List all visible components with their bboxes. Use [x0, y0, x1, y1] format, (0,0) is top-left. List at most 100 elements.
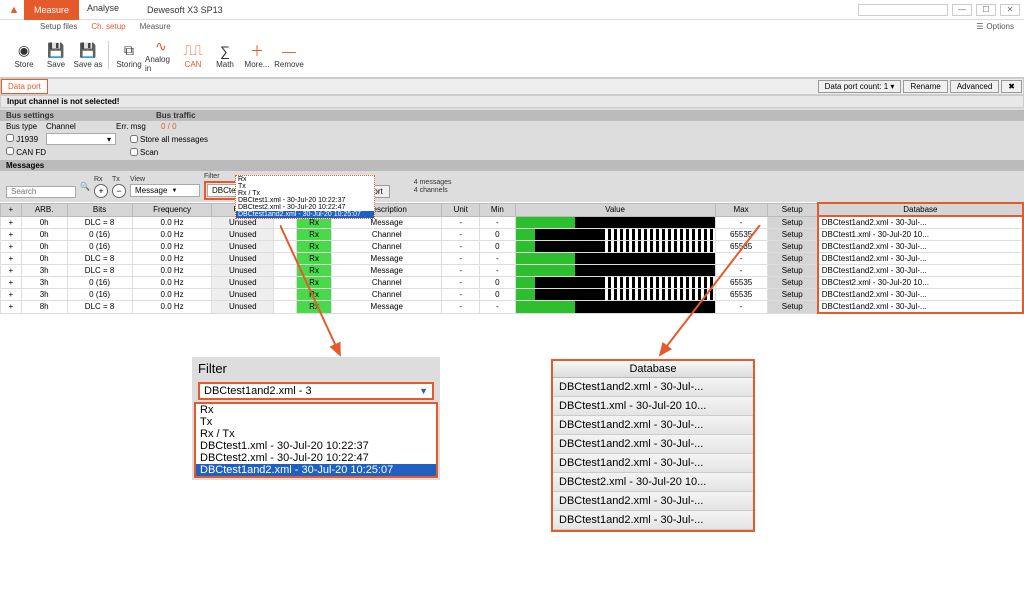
title-bar: ▲ Measure Analyse Dewesoft X3 SP13 — ☐ ✕	[0, 0, 1024, 20]
database-cell: DBCtest1and2.xml - 30-Jul-...	[818, 301, 1023, 314]
unit-cell: -	[442, 241, 480, 253]
scan-checkbox[interactable]	[130, 148, 138, 156]
search-input[interactable]	[6, 186, 76, 198]
expand-icon: +	[1, 241, 22, 253]
setup-button[interactable]: Setup	[767, 301, 818, 314]
freq-cell: 0.0 Hz	[132, 229, 212, 241]
minimize-button[interactable]: —	[952, 4, 972, 16]
j1939-label: J1939	[16, 135, 38, 144]
storing-button[interactable]: ⧉Storing	[113, 42, 145, 69]
bits-cell: 0 (16)	[67, 289, 132, 301]
rx-add-button[interactable]: +	[94, 184, 108, 198]
unit-cell: -	[442, 277, 480, 289]
col-max[interactable]: Max	[715, 203, 767, 216]
remove-button[interactable]: —Remove	[273, 42, 305, 69]
saveas-button[interactable]: 💾Save as	[72, 42, 104, 69]
math-button[interactable]: ∑Math	[209, 42, 241, 69]
used-toggle[interactable]: Unused	[212, 253, 274, 265]
storeall-checkbox[interactable]	[130, 135, 138, 143]
canfd-checkbox[interactable]	[6, 147, 14, 155]
col-value[interactable]: Value	[515, 203, 715, 216]
can-button[interactable]: ⎍⎍CAN	[177, 42, 209, 69]
mode-tab-analyse[interactable]: Analyse	[79, 0, 127, 20]
setup-button[interactable]: Setup	[767, 241, 818, 253]
table-row: +8hDLC = 80.0 HzUnusedRxMessage---SetupD…	[1, 301, 1024, 314]
arb-cell: 3h	[21, 289, 67, 301]
options-button[interactable]: ☰Options	[976, 22, 1014, 31]
maximize-button[interactable]: ☐	[976, 4, 996, 16]
database-zoom-row: DBCtest1and2.xml - 30-Jul-...	[553, 492, 753, 511]
close-button[interactable]: ✕	[1000, 4, 1020, 16]
table-row: +0h0 (16)0.0 HzUnusedRxChannel-065535Set…	[1, 229, 1024, 241]
expand-icon: +	[1, 229, 22, 241]
filter-zoom-option[interactable]: DBCtest2.xml - 30-Jul-20 10:22:47	[196, 452, 436, 464]
title-search[interactable]	[858, 4, 948, 16]
menu-setup-files[interactable]: Setup files	[40, 22, 77, 31]
filter-callout-combo[interactable]: DBCtest1and2.xml - 3▼	[198, 382, 434, 400]
dataport-tab[interactable]: Data port	[1, 79, 48, 94]
col-unit[interactable]: Unit	[442, 203, 480, 216]
tx-remove-button[interactable]: −	[112, 184, 126, 198]
database-zoom-row: DBCtest1and2.xml - 30-Jul-...	[553, 435, 753, 454]
setup-button[interactable]: Setup	[767, 289, 818, 301]
advanced-button[interactable]: Advanced	[950, 80, 1000, 93]
more-button[interactable]: ＋More...	[241, 42, 273, 69]
search-icon[interactable]: 🔍	[80, 182, 90, 191]
filter-option[interactable]: Rx	[236, 176, 374, 183]
unit-cell: -	[442, 301, 480, 314]
filter-option[interactable]: DBCtest1.xml - 30-Jul-20 10:22:37	[236, 197, 374, 204]
filter-zoom-option[interactable]: DBCtest1and2.xml - 30-Jul-20 10:25:07	[196, 464, 436, 476]
mode-tab-measure[interactable]: Measure	[24, 0, 79, 20]
table-row: +3h0 (16)0.0 HzUnusedRxChannel-065535Set…	[1, 289, 1024, 301]
database-cell: DBCtest1and2.xml - 30-Jul-...	[818, 289, 1023, 301]
menu-ch-setup[interactable]: Ch. setup	[91, 22, 125, 31]
save-button[interactable]: 💾Save	[40, 42, 72, 69]
used-toggle[interactable]: Unused	[212, 229, 274, 241]
col-database[interactable]: Database	[818, 203, 1023, 216]
menu-bar: Setup files Ch. setup Measure ☰Options	[0, 20, 1024, 33]
filter-option[interactable]: Rx / Tx	[236, 190, 374, 197]
view-select[interactable]: Message▼	[130, 184, 200, 197]
analogin-button[interactable]: ∿Analog in	[145, 37, 177, 73]
setup-button[interactable]: Setup	[767, 253, 818, 265]
col-setup[interactable]: Setup	[767, 203, 818, 216]
col-arb[interactable]: ARB.	[21, 203, 67, 216]
used-toggle[interactable]: Unused	[212, 301, 274, 314]
filter-zoom-option[interactable]: Rx	[196, 404, 436, 416]
channel-select[interactable]: ▾	[46, 133, 116, 145]
min-cell: -	[480, 301, 515, 314]
filter-zoom-option[interactable]: Rx / Tx	[196, 428, 436, 440]
store-button[interactable]: ◉Store	[8, 42, 40, 69]
used-toggle[interactable]: Unused	[212, 277, 274, 289]
setup-button[interactable]: Setup	[767, 277, 818, 289]
col-bits[interactable]: Bits	[67, 203, 132, 216]
menu-measure[interactable]: Measure	[140, 22, 171, 31]
col-[interactable]: +	[1, 203, 22, 216]
min-cell: 0	[480, 229, 515, 241]
scan-label: Scan	[140, 148, 158, 157]
filter-zoom-option[interactable]: DBCtest1.xml - 30-Jul-20 10:22:37	[196, 440, 436, 452]
col-frequency[interactable]: Frequency	[132, 203, 212, 216]
rename-button[interactable]: Rename	[903, 80, 947, 93]
col-min[interactable]: Min	[480, 203, 515, 216]
bits-cell: DLC = 8	[67, 265, 132, 277]
j1939-checkbox[interactable]	[6, 134, 14, 142]
filter-option[interactable]: DBCtest2.xml - 30-Jul-20 10:22:47	[236, 204, 374, 211]
min-cell: -	[480, 265, 515, 277]
wrench-icon[interactable]: ✖	[1001, 80, 1022, 93]
filter-option[interactable]: Tx	[236, 183, 374, 190]
setup-button[interactable]: Setup	[767, 216, 818, 229]
freq-cell: 0.0 Hz	[132, 241, 212, 253]
setup-button[interactable]: Setup	[767, 229, 818, 241]
used-toggle[interactable]: Unused	[212, 289, 274, 301]
tx-label: Tx	[112, 176, 126, 183]
arrow-to-database	[650, 225, 770, 365]
min-cell: 0	[480, 277, 515, 289]
filter-dropdown-popup: Rx Tx Rx / Tx DBCtest1.xml - 30-Jul-20 1…	[235, 175, 375, 219]
used-toggle[interactable]: Unused	[212, 265, 274, 277]
used-toggle[interactable]: Unused	[212, 241, 274, 253]
dataport-count[interactable]: Data port count: 1 ▾	[818, 80, 902, 93]
filter-zoom-option[interactable]: Tx	[196, 416, 436, 428]
filter-option-selected[interactable]: DBCtest1and2.xml - 30-Jul-20 10:25:07	[236, 211, 374, 218]
setup-button[interactable]: Setup	[767, 265, 818, 277]
